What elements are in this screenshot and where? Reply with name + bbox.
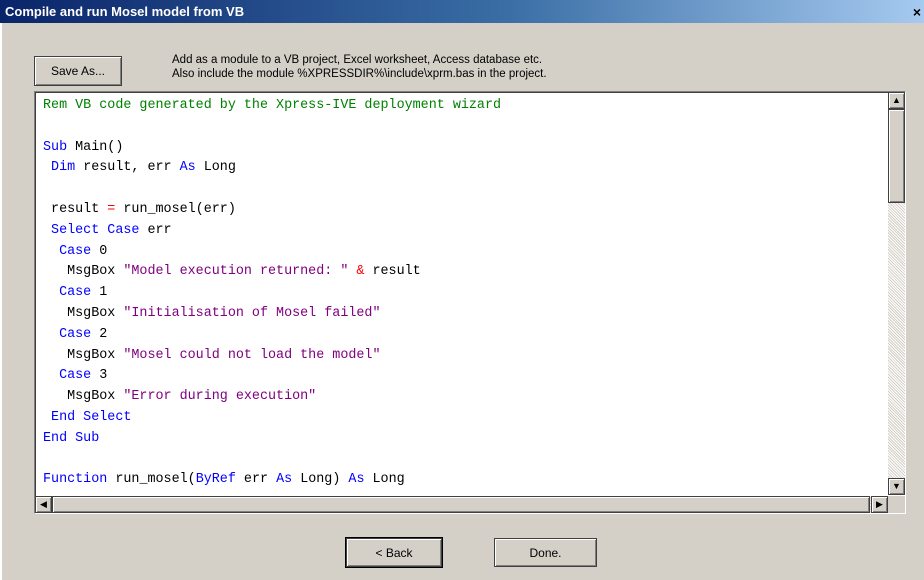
scroll-right-icon[interactable]: ▶ <box>871 496 888 513</box>
code-token: Case <box>43 285 92 301</box>
code-line[interactable]: MsgBox "Model execution returned: " & re… <box>43 262 501 283</box>
window-border <box>0 23 2 580</box>
code-token: Rem VB code generated by the Xpress-IVE … <box>43 98 502 113</box>
save-as-button[interactable]: Save As... <box>34 56 122 86</box>
info-line-1: Add as a module to a VB project, Excel w… <box>172 54 543 66</box>
code-token: Function <box>43 472 108 488</box>
code-token: As <box>348 472 365 488</box>
code-token: err <box>235 472 277 488</box>
code-token: ByRef <box>195 472 236 488</box>
code-editor[interactable]: Rem VB code generated by the Xpress-IVE … <box>34 91 906 514</box>
info-text: Add as a module to a VB project, Excel w… <box>172 53 547 81</box>
code-line[interactable]: Case 3 <box>43 366 501 387</box>
window-title: Compile and run Mosel model from VB <box>5 4 245 19</box>
code-token: result <box>364 264 421 280</box>
code-token: "Error during execution" <box>123 389 317 405</box>
scroll-down-icon[interactable]: ▼ <box>888 478 905 495</box>
code-line[interactable]: Case 1 <box>43 283 501 304</box>
close-icon[interactable]: × <box>910 5 924 19</box>
code-line[interactable]: Case 2 <box>43 325 501 346</box>
done-button[interactable]: Done. <box>494 538 597 567</box>
code-token: End Select <box>43 409 132 425</box>
code-line[interactable]: MsgBox "Error during execution" <box>43 387 501 408</box>
code-line[interactable]: MsgBox "Initialisation of Mosel failed" <box>43 304 501 325</box>
code-line[interactable] <box>43 450 501 471</box>
code-token: 1 <box>91 285 108 301</box>
code-token: End Sub <box>43 430 100 446</box>
code-line[interactable]: MsgBox "Mosel could not load the model" <box>43 346 501 367</box>
code-token: Dim <box>43 160 76 176</box>
code-token: Case <box>43 368 92 384</box>
code-token: As <box>276 472 293 488</box>
back-button[interactable]: < Back <box>345 537 443 568</box>
code-line[interactable] <box>43 117 501 138</box>
code-line[interactable] <box>43 179 501 200</box>
code-token: "Mosel could not load the model" <box>123 347 381 363</box>
code-token: run_mosel(err) <box>115 201 236 217</box>
code-token: result, err <box>75 160 180 176</box>
info-line-2: Also include the module %XPRESSDIR%\incl… <box>172 68 547 80</box>
code-token: run_mosel( <box>107 472 196 488</box>
code-token: MsgBox <box>43 347 124 363</box>
code-token: Long) <box>292 472 349 488</box>
code-token: 0 <box>91 243 108 259</box>
code-token: Main() <box>67 139 124 155</box>
horizontal-scrollbar[interactable]: ◀ ▶ <box>35 496 888 513</box>
code-token: Sub <box>43 139 68 155</box>
code-token: MsgBox <box>43 264 124 280</box>
code-token: result <box>43 201 108 217</box>
scrollbar-corner <box>888 496 905 513</box>
code-token: Case <box>43 326 92 342</box>
code-token: MsgBox <box>43 305 124 321</box>
code-line[interactable]: Dim result, err As Long <box>43 158 501 179</box>
code-token: Long <box>195 160 236 176</box>
code-line[interactable]: End Sub <box>43 429 501 450</box>
code-line[interactable]: Function run_mosel(ByRef err As Long) As… <box>43 470 501 491</box>
code-token: Long <box>364 472 405 488</box>
code-line[interactable]: Sub Main() <box>43 138 501 159</box>
code-token: err <box>139 222 172 238</box>
code-line[interactable]: End Select <box>43 408 501 429</box>
title-bar: Compile and run Mosel model from VB × <box>0 0 924 23</box>
code-token: "Model execution returned: " <box>123 264 349 280</box>
code-token: As <box>179 160 196 176</box>
code-token: Select Case <box>43 222 140 238</box>
code-text[interactable]: Rem VB code generated by the Xpress-IVE … <box>43 96 501 491</box>
horizontal-scroll-thumb[interactable] <box>52 496 870 513</box>
code-line[interactable]: Case 0 <box>43 242 501 263</box>
vertical-scrollbar[interactable]: ▲ ▼ <box>888 92 905 495</box>
code-line[interactable]: Select Case err <box>43 221 501 242</box>
code-token: Case <box>43 243 92 259</box>
code-token: 2 <box>91 326 108 342</box>
code-token: 3 <box>91 368 108 384</box>
code-token: "Initialisation of Mosel failed" <box>123 305 381 321</box>
scroll-up-icon[interactable]: ▲ <box>888 92 905 109</box>
code-token: MsgBox <box>43 389 124 405</box>
code-line[interactable]: result = run_mosel(err) <box>43 200 501 221</box>
scroll-left-icon[interactable]: ◀ <box>35 496 52 513</box>
vertical-scroll-thumb[interactable] <box>888 109 905 203</box>
code-line[interactable]: Rem VB code generated by the Xpress-IVE … <box>43 96 501 117</box>
